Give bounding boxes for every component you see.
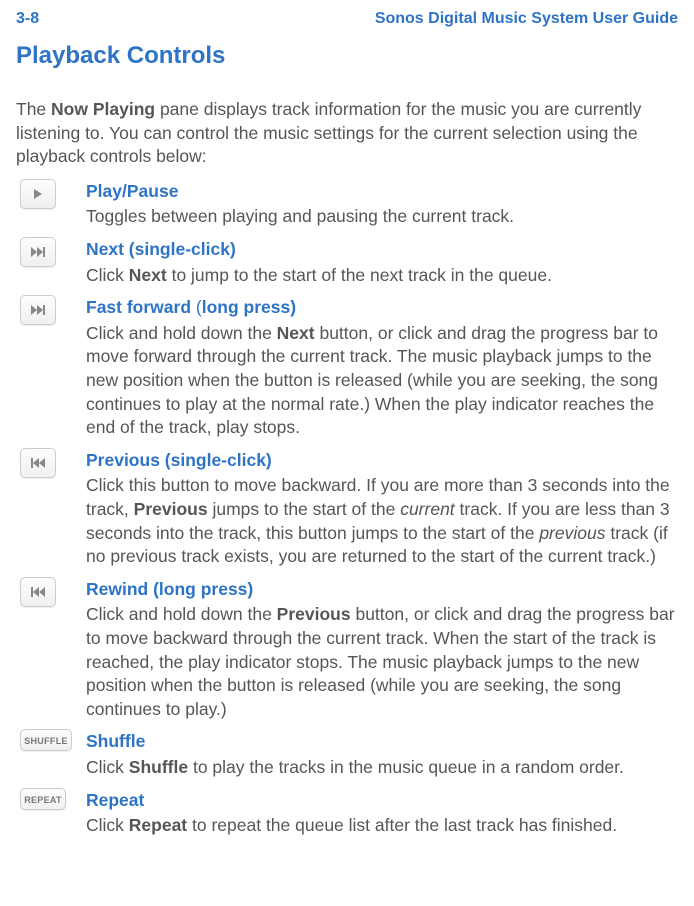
page-number: 3-8	[16, 10, 39, 28]
icon-cell	[16, 577, 68, 607]
item-desc: Click Repeat to repeat the queue list af…	[86, 814, 678, 838]
control-row-shuffle: SHUFFLE Shuffle Click Shuffle to play th…	[16, 729, 678, 781]
icon-cell	[16, 295, 68, 325]
control-row-rewind: Rewind (long press) Click and hold down …	[16, 577, 678, 724]
desc-text: Click	[86, 265, 129, 285]
icon-cell	[16, 237, 68, 267]
rewind-button[interactable]	[20, 577, 56, 607]
item-title: Shuffle	[86, 729, 678, 754]
content-cell: Shuffle Click Shuffle to play the tracks…	[86, 729, 678, 781]
content-cell: Previous (single-click) Click this butto…	[86, 448, 678, 571]
next-icon	[31, 247, 45, 257]
control-row-repeat: REPEAT Repeat Click Repeat to repeat the…	[16, 788, 678, 840]
desc-text: to play the tracks in the music queue in…	[188, 757, 624, 777]
icon-cell: REPEAT	[16, 788, 68, 810]
page-header: 3-8 Sonos Digital Music System User Guid…	[16, 10, 678, 28]
repeat-button[interactable]: REPEAT	[20, 788, 66, 810]
content-cell: Fast forward (long press) Click and hold…	[86, 295, 678, 442]
fast-forward-button[interactable]	[20, 295, 56, 325]
item-title-a: Fast forward	[86, 297, 196, 317]
intro-text-pre: The	[16, 99, 51, 119]
desc-bold: Previous	[277, 604, 351, 624]
control-row-previous: Previous (single-click) Click this butto…	[16, 448, 678, 571]
item-title-b: long press)	[202, 297, 296, 317]
previous-button[interactable]	[20, 448, 56, 478]
icon-cell	[16, 448, 68, 478]
item-desc: Click this button to move backward. If y…	[86, 474, 678, 569]
desc-text: jumps to the start of the	[208, 499, 401, 519]
desc-bold: Next	[277, 323, 315, 343]
desc-text: Click and hold down the	[86, 604, 277, 624]
guide-title: Sonos Digital Music System User Guide	[375, 10, 678, 28]
control-row-next: Next (single-click) Click Next to jump t…	[16, 237, 678, 289]
desc-bold: Previous	[134, 499, 208, 519]
fast-forward-icon	[31, 305, 45, 315]
intro-bold: Now Playing	[51, 99, 155, 119]
section-title: Playback Controls	[16, 42, 678, 70]
icon-cell: SHUFFLE	[16, 729, 68, 751]
desc-bold: Shuffle	[129, 757, 188, 777]
desc-text: Click	[86, 815, 129, 835]
next-button[interactable]	[20, 237, 56, 267]
item-desc: Click Next to jump to the start of the n…	[86, 264, 678, 288]
desc-italic: previous	[539, 523, 605, 543]
item-title: Rewind (long press)	[86, 577, 678, 602]
content-cell: Repeat Click Repeat to repeat the queue …	[86, 788, 678, 840]
item-title: Fast forward (long press)	[86, 295, 678, 320]
content-cell: Rewind (long press) Click and hold down …	[86, 577, 678, 724]
item-desc: Click and hold down the Next button, or …	[86, 322, 678, 440]
shuffle-button[interactable]: SHUFFLE	[20, 729, 72, 751]
desc-bold: Next	[129, 265, 167, 285]
desc-text: Click	[86, 757, 129, 777]
icon-cell	[16, 179, 68, 209]
item-desc: Click Shuffle to play the tracks in the …	[86, 756, 678, 780]
desc-italic: current	[400, 499, 454, 519]
rewind-icon	[31, 587, 45, 597]
control-row-fastforward: Fast forward (long press) Click and hold…	[16, 295, 678, 442]
item-desc: Click and hold down the Previous button,…	[86, 603, 678, 721]
previous-icon	[31, 458, 45, 468]
play-button[interactable]	[20, 179, 56, 209]
item-title: Repeat	[86, 788, 678, 813]
control-row-play: Play/Pause Toggles between playing and p…	[16, 179, 678, 231]
content-cell: Next (single-click) Click Next to jump t…	[86, 237, 678, 289]
item-title: Previous (single-click)	[86, 448, 678, 473]
desc-text: to jump to the start of the next track i…	[167, 265, 552, 285]
content-cell: Play/Pause Toggles between playing and p…	[86, 179, 678, 231]
play-icon	[34, 189, 42, 199]
item-desc: Toggles between playing and pausing the …	[86, 205, 678, 229]
item-title: Play/Pause	[86, 179, 678, 204]
desc-text: Click and hold down the	[86, 323, 277, 343]
intro-paragraph: The Now Playing pane displays track info…	[16, 98, 678, 169]
desc-text: to repeat the queue list after the last …	[187, 815, 617, 835]
item-title: Next (single-click)	[86, 237, 678, 262]
desc-bold: Repeat	[129, 815, 187, 835]
